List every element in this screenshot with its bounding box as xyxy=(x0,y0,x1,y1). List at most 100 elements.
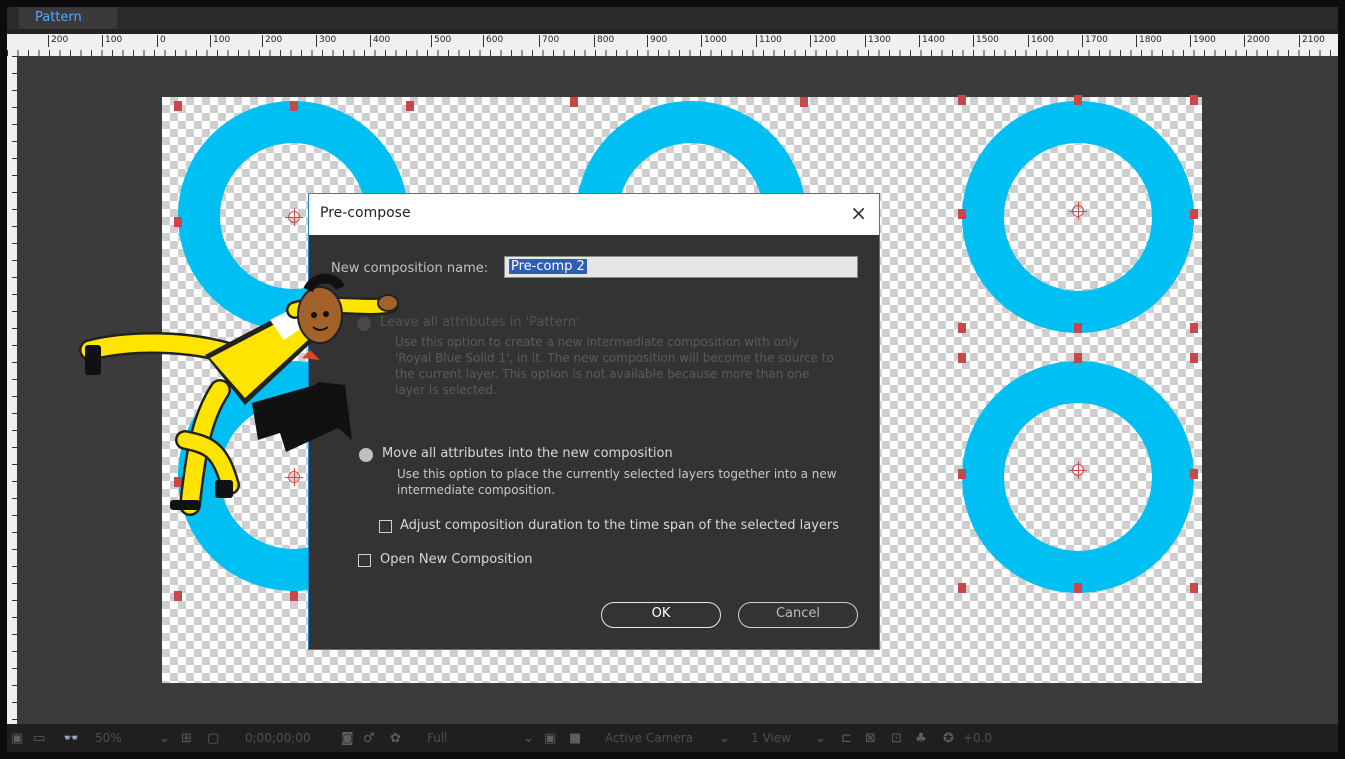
layer-handle[interactable] xyxy=(406,101,414,111)
ruler-label: 100 xyxy=(102,35,122,47)
ruler-label: 600 xyxy=(483,35,503,47)
layer-handle[interactable] xyxy=(958,353,966,363)
close-icon[interactable]: × xyxy=(850,200,867,226)
anchor-point-icon[interactable] xyxy=(1069,461,1087,479)
region-of-interest-icon[interactable]: ▣ xyxy=(544,731,556,746)
tab-pattern[interactable]: Pattern xyxy=(19,7,117,29)
dialog-title: Pre-compose xyxy=(320,205,411,221)
ruler-label: 100 xyxy=(210,35,230,47)
camera-select[interactable]: Active Camera xyxy=(605,731,693,745)
layer-handle[interactable] xyxy=(570,97,578,107)
layer-handle[interactable] xyxy=(1190,469,1198,479)
ruler-label: 200 xyxy=(262,35,282,47)
chevron-down-icon[interactable]: ⌄ xyxy=(159,731,170,746)
desc-line: Use this option to place the currently s… xyxy=(397,467,837,481)
layer-handle[interactable] xyxy=(1190,209,1198,219)
reset-exposure-icon[interactable]: ✪ xyxy=(943,731,954,746)
layer-handle[interactable] xyxy=(290,591,298,601)
open-new-composition-checkbox[interactable] xyxy=(358,554,371,567)
layer-handle[interactable] xyxy=(1074,323,1082,333)
layer-handle[interactable] xyxy=(958,323,966,333)
ruler-label: 1100 xyxy=(756,35,782,47)
layer-handle[interactable] xyxy=(1190,323,1198,333)
monitor-icon[interactable]: ▭ xyxy=(33,731,45,746)
layer-handle[interactable] xyxy=(174,101,182,111)
chevron-down-icon[interactable]: ⌄ xyxy=(815,731,826,746)
composition-name-input[interactable]: Pre-comp 2 xyxy=(504,256,858,278)
ruler-label: 1900 xyxy=(1190,35,1216,47)
ok-button[interactable]: OK xyxy=(601,602,721,628)
cancel-button[interactable]: Cancel xyxy=(738,602,858,628)
adjust-duration-label[interactable]: Adjust composition duration to the time … xyxy=(400,518,839,533)
desc-line: layer is selected. xyxy=(395,383,497,397)
chevron-down-icon[interactable]: ⌄ xyxy=(719,731,730,746)
desc-line: Use this option to create a new intermed… xyxy=(395,335,799,349)
character-figure xyxy=(79,273,399,516)
pointer-arrow-icon xyxy=(252,382,352,452)
ruler-label: 0 xyxy=(157,35,166,47)
ruler-label: 1500 xyxy=(973,35,999,47)
flowchart-icon[interactable]: ♣ xyxy=(915,731,927,746)
camera-icon[interactable]: ◙ xyxy=(341,731,354,746)
ruler-label: 400 xyxy=(370,35,390,47)
ruler-label: 1600 xyxy=(1028,35,1054,47)
layer-handle[interactable] xyxy=(1190,353,1198,363)
chevron-down-icon[interactable]: ⌄ xyxy=(523,731,534,746)
view-layout-select[interactable]: 1 View xyxy=(751,731,791,745)
show-snapshot-icon[interactable]: ♂ xyxy=(363,731,375,746)
ruler-label: 700 xyxy=(539,35,559,47)
ruler-label: 1200 xyxy=(810,35,836,47)
zoom-select[interactable]: 50% xyxy=(95,731,122,745)
anchor-point-icon[interactable] xyxy=(285,208,303,226)
color-channel-icon[interactable]: ✿ xyxy=(390,731,401,746)
fast-previews-icon[interactable]: ⊠ xyxy=(865,731,876,746)
layer-handle[interactable] xyxy=(174,591,182,601)
transparency-grid-icon[interactable]: ■ xyxy=(569,731,581,746)
grid-icon[interactable]: ⊞ xyxy=(181,731,192,746)
ruler-label: 800 xyxy=(594,35,614,47)
magnify-icon[interactable]: ▣ xyxy=(11,731,23,746)
option-move-attributes-label[interactable]: Move all attributes into the new composi… xyxy=(382,446,673,461)
mask-icon[interactable]: 👓 xyxy=(63,731,79,746)
ruler-label: 1700 xyxy=(1082,35,1108,47)
layer-handle[interactable] xyxy=(290,101,298,111)
ruler-label: 200 xyxy=(48,35,68,47)
toggle-pixel-aspect-icon[interactable]: ⊏ xyxy=(841,731,852,746)
cartoon-character-pointing-illustration xyxy=(79,273,399,516)
exposure-value[interactable]: +0.0 xyxy=(963,731,992,745)
layer-handle[interactable] xyxy=(1074,95,1082,105)
layer-handle[interactable] xyxy=(1074,583,1082,593)
resolution-select[interactable]: Full xyxy=(427,731,448,745)
layer-handle[interactable] xyxy=(1074,353,1082,363)
horizontal-ruler: 200 100 0 100 200 300 400 500 600 700 80… xyxy=(7,34,1338,56)
ruler-label: 900 xyxy=(647,35,667,47)
layer-handle[interactable] xyxy=(958,95,966,105)
ruler-label: 1400 xyxy=(919,35,945,47)
layer-handle[interactable] xyxy=(958,583,966,593)
layer-handle[interactable] xyxy=(958,469,966,479)
timeline-icon[interactable]: ⊡ xyxy=(891,731,902,746)
ruler-label: 1000 xyxy=(701,35,727,47)
panel-tab-bar: Pattern xyxy=(7,7,1338,29)
ruler-label: 500 xyxy=(431,35,451,47)
layer-handle[interactable] xyxy=(800,97,808,107)
region-icon[interactable]: ▢ xyxy=(207,731,219,746)
dialog-title-bar: Pre-compose × xyxy=(309,194,879,235)
desc-line: the current layer. This option is not av… xyxy=(395,367,810,381)
layer-handle[interactable] xyxy=(1190,583,1198,593)
ruler-label: 1300 xyxy=(865,35,891,47)
desc-line: intermediate composition. xyxy=(397,483,556,497)
ruler-label: 1800 xyxy=(1136,35,1162,47)
vertical-ruler xyxy=(7,56,17,724)
viewer-toolbar: ▣ ▭ 👓 50% ⌄ ⊞ ▢ 0;00;00;00 ◙ ♂ ✿ Full ⌄ … xyxy=(7,725,1338,752)
option-leave-attributes-desc: Use this option to create a new intermed… xyxy=(395,334,865,398)
layer-handle[interactable] xyxy=(174,217,182,227)
ruler-label: 2000 xyxy=(1244,35,1270,47)
timecode-field[interactable]: 0;00;00;00 xyxy=(245,731,311,745)
layer-handle[interactable] xyxy=(1190,95,1198,105)
ruler-label: 300 xyxy=(316,35,336,47)
layer-handle[interactable] xyxy=(958,209,966,219)
open-new-composition-label[interactable]: Open New Composition xyxy=(380,552,533,567)
ruler-label: 2100 xyxy=(1299,35,1325,47)
anchor-point-icon[interactable] xyxy=(1069,202,1087,220)
